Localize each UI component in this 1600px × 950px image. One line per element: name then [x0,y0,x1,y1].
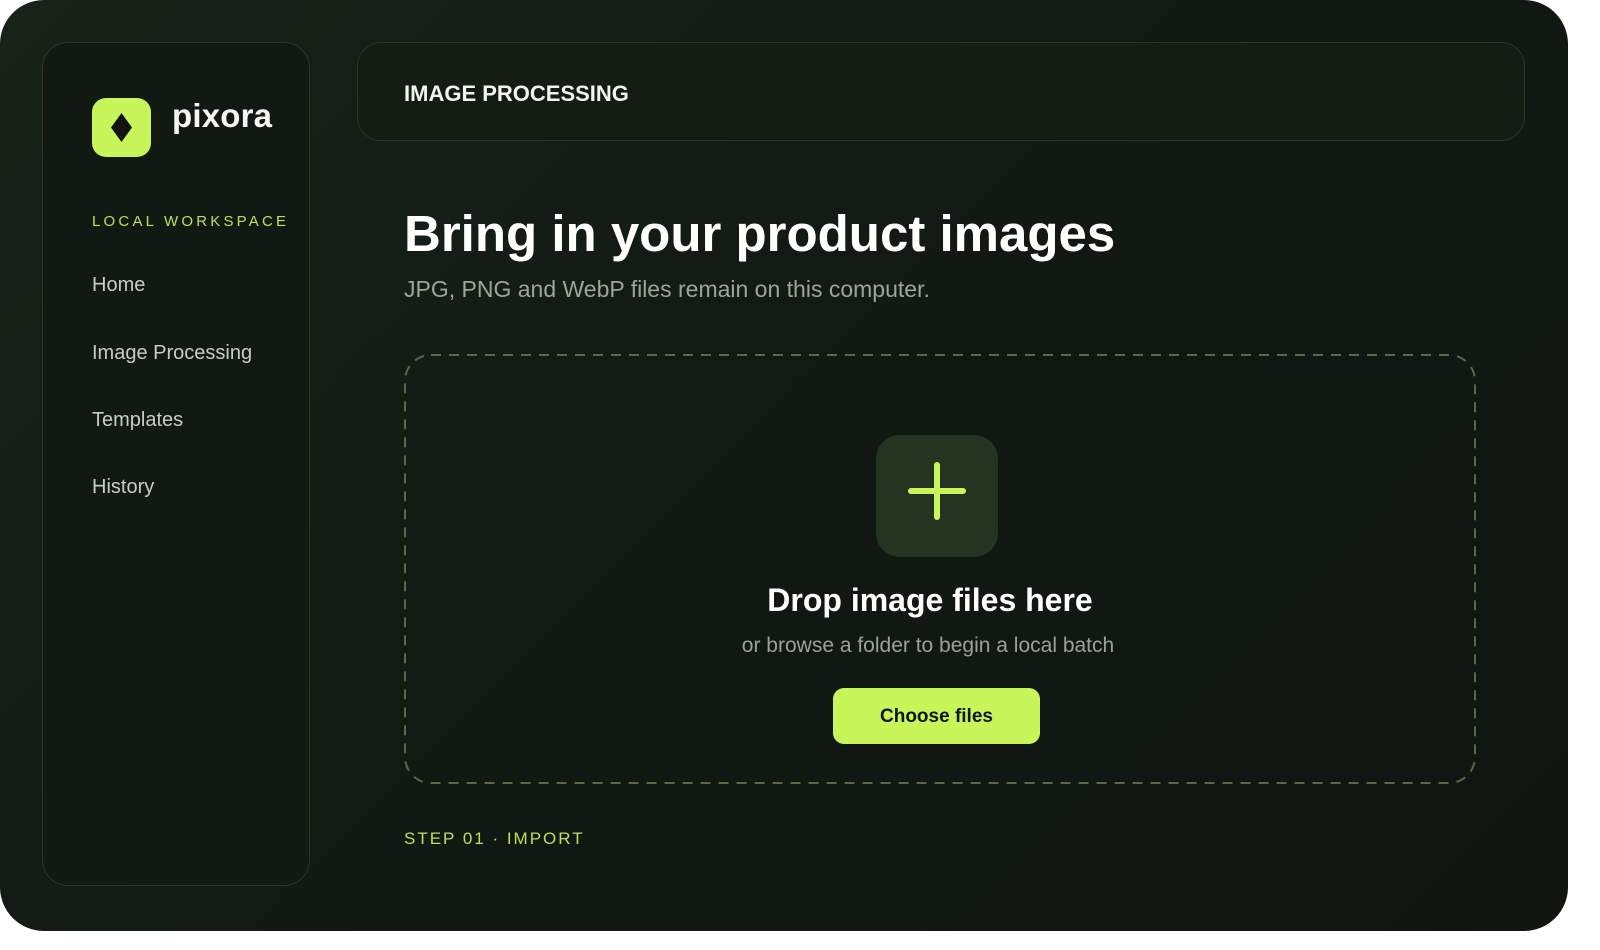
page-title: IMAGE PROCESSING [404,81,629,106]
sidebar-section-label: LOCAL WORKSPACE [92,213,290,230]
file-dropzone[interactable]: Drop image files here or browse a folder… [404,354,1476,784]
sidebar-item-image-processing[interactable]: Image Processing [92,342,252,365]
add-files-tile[interactable] [876,435,998,557]
sidebar: pixora LOCAL WORKSPACE Home Image Proces… [42,42,310,886]
sidebar-item-templates[interactable]: Templates [92,409,183,432]
app-window: pixora LOCAL WORKSPACE Home Image Proces… [0,0,1568,931]
choose-files-button[interactable]: Choose files [833,688,1040,744]
dropzone-title: Drop image files here [767,582,1093,618]
step-indicator: STEP 01 · IMPORT [404,829,585,848]
dropzone-subtitle: or browse a folder to begin a local batc… [741,634,1115,657]
diamond-icon [92,98,151,157]
main-subheadline: JPG, PNG and WebP files remain on this c… [404,276,930,302]
plus-icon [908,462,966,520]
brand-name: pixora [172,97,273,134]
header-bar: IMAGE PROCESSING [357,42,1525,141]
sidebar-item-history[interactable]: History [92,476,154,499]
logo[interactable] [92,98,151,157]
sidebar-item-home[interactable]: Home [92,274,145,297]
main-headline: Bring in your product images [404,205,1116,262]
